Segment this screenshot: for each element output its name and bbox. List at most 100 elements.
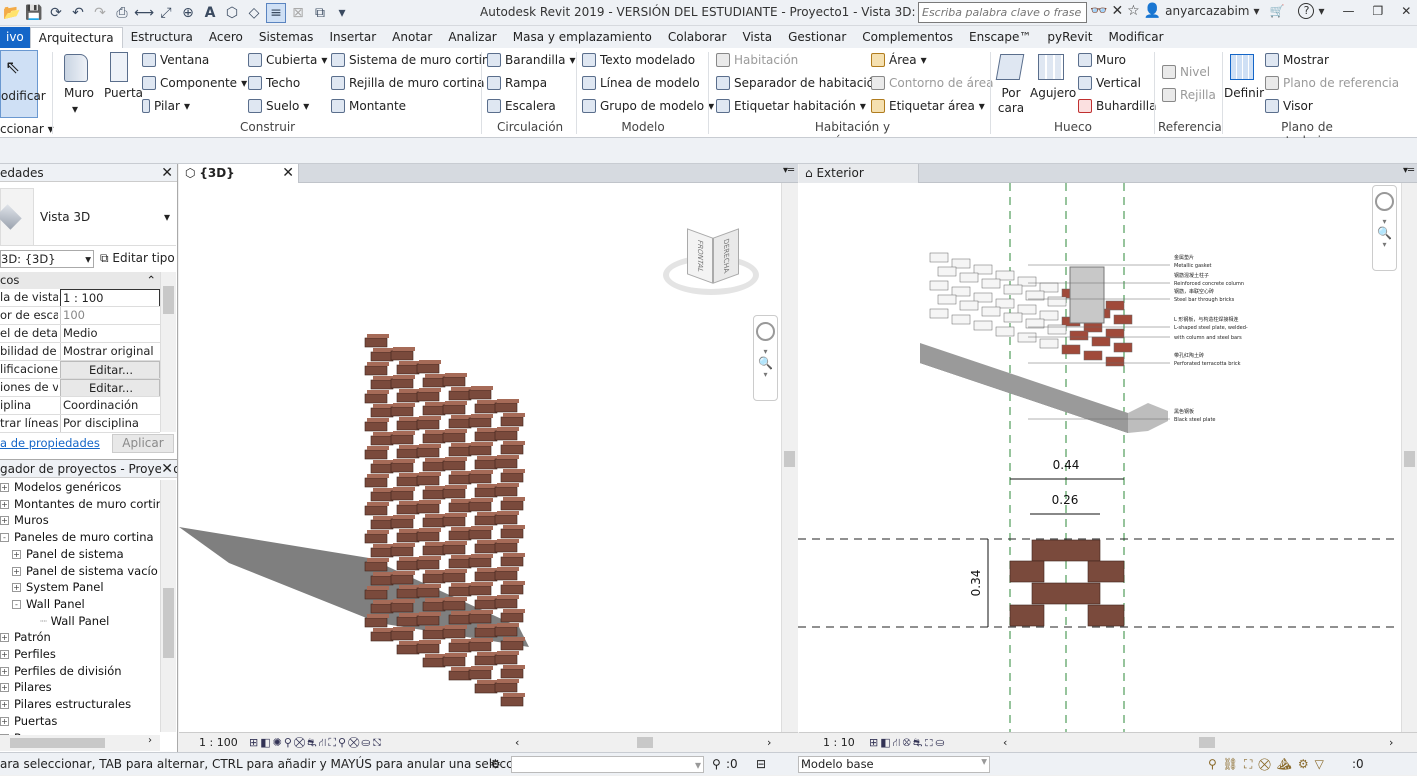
modify-button[interactable]: ⇖ odificar [0,50,46,118]
room-button[interactable]: Habitación [716,53,798,67]
component-button[interactable]: Componente ▾ [142,76,247,90]
scroll-right-icon[interactable]: › [1389,733,1393,752]
tab-menu-icon[interactable]: ▾═ [1403,165,1414,176]
property-row[interactable]: iones de v...Editar... [0,379,160,397]
room-separator-button[interactable]: Separador de habitación [716,76,882,90]
scroll-right-icon[interactable]: › [767,733,771,752]
restore-icon[interactable]: ❐ [1373,4,1384,18]
close-icon[interactable]: ✕ [161,164,173,182]
property-row[interactable]: or de escal...100 [0,307,160,325]
tab-enscape-[interactable]: Enscape™ [961,27,1039,48]
scroll-right-icon[interactable]: › [148,735,152,746]
property-value[interactable]: Editar... [60,361,160,378]
tree-item[interactable]: + Perfiles [0,647,56,661]
expand-icon[interactable]: + [0,516,9,526]
editable-only-icon[interactable]: ⚲ [712,753,721,775]
expand-icon[interactable]: + [0,700,9,710]
tree-item[interactable]: + System Panel [12,580,104,594]
hscroll-thumb[interactable] [1199,737,1215,748]
scroll-thumb[interactable] [10,738,105,748]
type-selector[interactable]: Vista 3D ▾ [0,184,176,246]
steering-wheel-icon[interactable] [756,322,775,341]
window-button[interactable]: Ventana [142,53,209,67]
stair-button[interactable]: Escalera [487,99,556,113]
grid-button[interactable]: Rejilla [1162,88,1216,102]
by-face-button[interactable]: Por cara [995,52,1026,116]
favorites-icon[interactable]: ☆ [1127,3,1140,19]
tab-3d[interactable]: ⬡ {3D} ✕ [179,164,299,183]
open-icon[interactable]: 📂 [2,3,22,23]
zoom-icon[interactable]: 🔍 [754,356,777,370]
tab-vista[interactable]: Vista [734,27,780,48]
tree-item[interactable]: + Perfiles de división [0,664,122,678]
tree-item[interactable]: + Panel de sistema vacío [12,564,158,578]
instance-selector[interactable]: 3D: {3D} ▾ [0,250,94,268]
model-group-button[interactable]: Grupo de modelo ▾ [582,99,714,113]
tab-anotar[interactable]: Anotar [384,27,440,48]
search-input[interactable] [918,2,1087,23]
property-row[interactable]: iplina Coordinación [0,397,160,415]
close-hidden-icon[interactable]: ⊠ [288,3,308,23]
properties-scrollbar[interactable] [160,272,176,432]
property-value[interactable]: Coordinación [60,397,160,414]
area-button[interactable]: Área ▾ [871,53,927,67]
tree-item[interactable]: + Patrón [0,630,51,644]
workset-dropdown[interactable]: ▾ [511,756,704,773]
level-button[interactable]: Nivel [1162,65,1210,79]
tag-room-button[interactable]: Etiquetar habitación ▾ [716,99,866,113]
wall-opening-button[interactable]: Muro [1078,53,1126,67]
mullion-button[interactable]: Montante [331,99,406,113]
tab-colaborar[interactable]: Colaborar [660,27,735,48]
scroll-thumb[interactable] [163,286,174,314]
property-value[interactable]: Por disciplina [60,415,160,432]
property-value[interactable]: Medio [60,325,160,342]
sync-icon[interactable]: ⟳ [46,3,66,23]
tab-exterior[interactable]: ⌂ Exterior [799,164,919,183]
design-option-dropdown[interactable]: Modelo base ▾ [798,754,990,773]
property-value[interactable]: 1 : 100 [60,289,160,306]
tree-item[interactable]: + Panel de sistema [12,547,124,561]
tree-item[interactable]: + Modelos genéricos [0,480,121,494]
tag-area-button[interactable]: Etiquetar área ▾ [871,99,985,113]
browser-hscrollbar[interactable]: › [0,735,160,751]
expand-icon[interactable]: + [0,683,9,693]
property-row[interactable]: el de detalleMedio [0,325,160,343]
tab-insertar[interactable]: Insertar [321,27,384,48]
expand-icon[interactable]: + [12,583,21,593]
viewport-3d[interactable]: FRONTAL DERECHA ▾ 🔍 ▾ [179,183,782,732]
chevron-down-icon[interactable]: ▾ [754,347,777,356]
property-value[interactable]: 100 [60,307,160,324]
scroll-thumb[interactable] [1404,451,1415,467]
viewer-button[interactable]: Visor [1265,99,1313,113]
tab-acero[interactable]: Acero [201,27,251,48]
property-row[interactable]: trar líneas...Por disciplina [0,415,160,433]
vertical-opening-button[interactable]: Vertical [1078,76,1141,90]
3d-view-icon[interactable]: ⬡ [222,3,242,23]
section-icon[interactable]: ◇ [244,3,264,23]
scroll-left-icon[interactable]: ‹ [1003,733,1007,752]
tab-arquitectura[interactable]: Arquitectura [29,27,123,48]
tab-menu-icon[interactable]: ▾═ [783,165,794,176]
username[interactable]: anyarcazabim [1165,4,1249,18]
property-row[interactable]: la de vista 1 : 100 [0,289,160,307]
viewport-3d-scrollbar[interactable] [781,183,797,732]
dormer-button[interactable]: Buhardilla [1078,99,1157,113]
scale-exterior[interactable]: 1 : 10 [823,733,855,752]
tab-complementos[interactable]: Complementos [854,27,961,48]
column-button[interactable]: Pilar ▾ [142,99,190,113]
aligned-dimension-icon[interactable]: ⤢ [156,3,176,23]
steering-wheel-icon[interactable] [1375,192,1394,211]
wall-button[interactable]: Muro ▾ [60,52,94,116]
thin-lines-icon[interactable]: ≡ [266,3,286,23]
chevron-down-icon[interactable]: ▾ [754,370,777,379]
properties-help-link[interactable]: a de propiedades [0,436,100,450]
design-options-icon[interactable]: ⊟ [756,753,766,775]
expand-icon[interactable]: + [0,633,9,643]
railing-button[interactable]: Barandilla ▾ [487,53,575,67]
roof-button[interactable]: Cubierta ▾ [248,53,327,67]
user-icon[interactable]: 👤 [1144,3,1161,19]
view-controls-icons[interactable]: ⊞◧✺⚲⛒⛐⛙⛶⚲⛒⛀⛞ [249,733,384,752]
tree-item[interactable]: + Puertas [0,714,57,728]
chevron-down-icon[interactable]: ▾ [1318,4,1324,18]
property-value[interactable]: Mostrar original [60,343,160,360]
